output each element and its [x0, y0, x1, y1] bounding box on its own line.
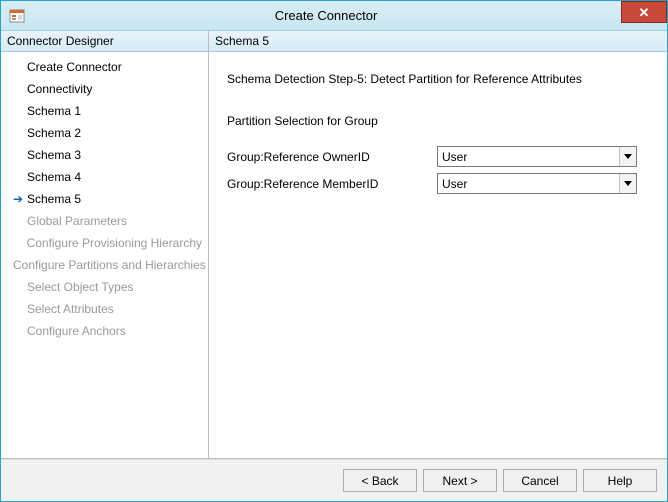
nav-item-label: Configure Provisioning Hierarchy [25, 234, 202, 252]
main-content: Schema Detection Step-5: Detect Partitio… [209, 52, 667, 458]
chevron-down-icon [619, 147, 636, 166]
nav-item-configure-partitions-and-hierarchies: Configure Partitions and Hierarchies [1, 254, 208, 276]
titlebar: Create Connector ✕ [1, 1, 667, 31]
select-value: User [438, 150, 619, 164]
sidebar-header: Connector Designer [1, 31, 208, 52]
sidebar: Connector Designer Create Connector Conne… [1, 31, 209, 458]
nav-item-label: Global Parameters [25, 212, 127, 230]
close-button[interactable]: ✕ [621, 1, 667, 23]
section-title: Partition Selection for Group [227, 114, 649, 128]
nav-item-label: Schema 4 [25, 168, 81, 186]
window-title: Create Connector [0, 8, 667, 23]
nav-item-schema-3[interactable]: Schema 3 [1, 144, 208, 166]
nav-item-label: Select Object Types [25, 278, 134, 296]
form-row: Group:Reference OwnerIDUser [227, 146, 649, 167]
nav-item-label: Schema 2 [25, 124, 81, 142]
arrow-right-icon: ➔ [13, 193, 23, 205]
next-button[interactable]: Next > [423, 469, 497, 492]
body: Connector Designer Create Connector Conne… [1, 31, 667, 501]
nav-item-label: Create Connector [25, 58, 122, 76]
nav-item-connectivity[interactable]: Connectivity [1, 78, 208, 100]
close-icon: ✕ [639, 6, 650, 19]
nav-item-configure-provisioning-hierarchy: Configure Provisioning Hierarchy [1, 232, 208, 254]
help-button[interactable]: Help [583, 469, 657, 492]
select-value: User [438, 177, 619, 191]
form-row: Group:Reference MemberIDUser [227, 173, 649, 194]
panels: Connector Designer Create Connector Conne… [1, 31, 667, 459]
nav-item-label: Schema 5 [25, 190, 81, 208]
nav-item-configure-anchors: Configure Anchors [1, 320, 208, 342]
nav-item-create-connector[interactable]: Create Connector [1, 56, 208, 78]
nav-item-select-attributes: Select Attributes [1, 298, 208, 320]
nav-item-label: Schema 3 [25, 146, 81, 164]
form-rows: Group:Reference OwnerIDUserGroup:Referen… [227, 146, 649, 194]
chevron-down-icon [619, 174, 636, 193]
cancel-button[interactable]: Cancel [503, 469, 577, 492]
main-panel: Schema 5 Schema Detection Step-5: Detect… [209, 31, 667, 458]
nav-item-label: Select Attributes [25, 300, 114, 318]
partition-select[interactable]: User [437, 173, 637, 194]
back-button[interactable]: < Back [343, 469, 417, 492]
buttons-bar: < Back Next > Cancel Help [1, 459, 667, 501]
nav-item-label: Schema 1 [25, 102, 81, 120]
main-header: Schema 5 [209, 31, 667, 52]
nav-item-schema-4[interactable]: Schema 4 [1, 166, 208, 188]
nav-item-label: Configure Partitions and Hierarchies [11, 256, 206, 274]
nav-item-schema-1[interactable]: Schema 1 [1, 100, 208, 122]
nav-arrow-slot: ➔ [11, 193, 25, 205]
nav-list: Create Connector Connectivity Schema 1 Sche… [1, 52, 208, 346]
nav-item-schema-2[interactable]: Schema 2 [1, 122, 208, 144]
create-connector-window: Create Connector ✕ Connector Designer Cr… [0, 0, 668, 502]
nav-item-label: Configure Anchors [25, 322, 126, 340]
nav-item-schema-5[interactable]: ➔Schema 5 [1, 188, 208, 210]
nav-item-global-parameters: Global Parameters [1, 210, 208, 232]
form-label: Group:Reference OwnerID [227, 150, 437, 164]
nav-item-select-object-types: Select Object Types [1, 276, 208, 298]
partition-select[interactable]: User [437, 146, 637, 167]
form-label: Group:Reference MemberID [227, 177, 437, 191]
nav-item-label: Connectivity [25, 80, 92, 98]
step-description: Schema Detection Step-5: Detect Partitio… [227, 72, 649, 86]
